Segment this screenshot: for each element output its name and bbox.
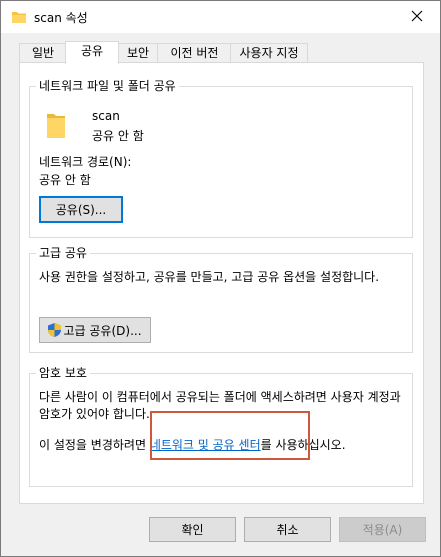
advanced-share-group: 고급 공유 사용 권한을 설정하고, 공유를 만들고, 고급 공유 옵션을 설정… — [29, 246, 413, 353]
share-button-label: 공유(S)... — [55, 203, 107, 217]
cancel-button-label: 취소 — [276, 523, 299, 537]
network-path-label: 네트워크 경로(N): — [39, 155, 132, 169]
tab-general[interactable]: 일반 — [19, 43, 67, 63]
group-label: 고급 공유 — [36, 246, 90, 260]
cancel-button[interactable]: 취소 — [244, 517, 331, 542]
highlight-box — [150, 411, 310, 460]
group-label: 네트워크 파일 및 폴더 공유 — [36, 79, 179, 93]
change-setting-prefix: 이 설정을 변경하려면 — [39, 438, 150, 452]
group-label: 암호 보호 — [36, 366, 90, 380]
folder-icon — [12, 11, 26, 23]
tab-security[interactable]: 보안 — [117, 43, 159, 63]
network-path-value: 공유 안 함 — [39, 173, 91, 187]
apply-button[interactable]: 적용(A) — [339, 517, 426, 542]
title-bar: scan 속성 — [1, 1, 440, 33]
apply-button-label: 적용(A) — [362, 523, 403, 537]
folder-large-icon — [47, 112, 65, 141]
tab-sharing[interactable]: 공유 — [65, 41, 119, 64]
ok-button[interactable]: 확인 — [149, 517, 236, 542]
tab-customize[interactable]: 사용자 지정 — [230, 43, 308, 63]
sharing-panel: 네트워크 파일 및 폴더 공유 scan 공유 안 함 네트워크 경로(N): … — [19, 62, 424, 504]
network-share-group: 네트워크 파일 및 폴더 공유 scan 공유 안 함 네트워크 경로(N): … — [29, 79, 413, 238]
password-protection-group: 암호 보호 다른 사람이 이 컴퓨터에서 공유되는 폴더에 액세스하려면 사용자… — [29, 366, 413, 487]
properties-dialog: scan 속성 일반 공유 보안 이전 버전 사용자 지정 네트워크 파일 및 … — [0, 0, 441, 557]
ok-button-label: 확인 — [181, 523, 204, 537]
advanced-share-description: 사용 권한을 설정하고, 공유를 만들고, 고급 공유 옵션을 설정합니다. — [39, 270, 380, 284]
share-button[interactable]: 공유(S)... — [39, 196, 123, 223]
advanced-share-button-label: 고급 공유(D)... — [63, 323, 142, 338]
close-icon — [411, 10, 423, 25]
advanced-share-button[interactable]: 고급 공유(D)... — [39, 317, 151, 343]
folder-name: scan — [92, 109, 120, 123]
close-button[interactable] — [394, 1, 440, 33]
folder-share-status: 공유 안 함 — [92, 129, 144, 143]
shield-icon — [48, 323, 62, 337]
tab-previous-versions[interactable]: 이전 버전 — [157, 43, 232, 63]
window-title: scan 속성 — [34, 11, 88, 25]
